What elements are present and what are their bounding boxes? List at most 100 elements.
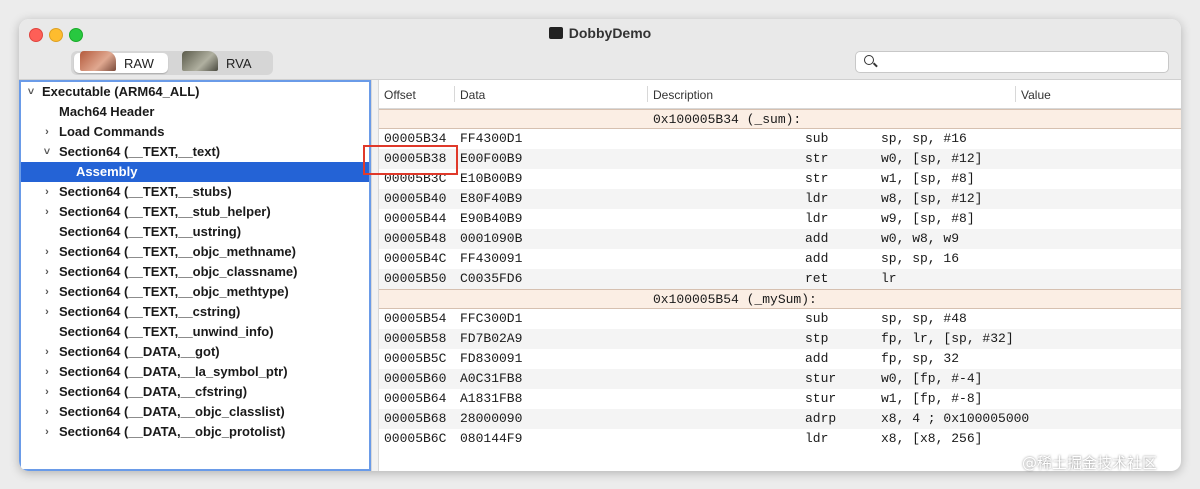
tree-item[interactable]: ˅ Section64 (__TEXT,__text) <box>21 142 369 162</box>
tree-item[interactable]: Section64 (__TEXT,__ustring) <box>21 222 369 242</box>
operands-cell: w1, [sp, #8] <box>881 171 975 186</box>
operands-cell: lr <box>881 271 897 286</box>
operands-cell: w1, [fp, #-8] <box>881 391 983 406</box>
table-row[interactable]: 00005B4C FF430091 add sp, sp, 16 <box>379 249 1181 269</box>
tree-item[interactable]: Assembly <box>21 162 369 182</box>
disclosure-collapsed-icon[interactable]: › <box>41 242 53 262</box>
mnemonic-cell: sub <box>805 311 829 326</box>
mnemonic-cell: adrp <box>805 411 837 426</box>
offset-cell: 00005B40 <box>384 191 447 206</box>
tree-item[interactable]: › Section64 (__TEXT,__stub_helper) <box>21 202 369 222</box>
tree-item[interactable]: › Section64 (__TEXT,__cstring) <box>21 302 369 322</box>
disclosure-collapsed-icon[interactable]: › <box>41 282 53 302</box>
tree-item[interactable]: ˅ Executable (ARM64_ALL) <box>21 82 369 102</box>
table-row[interactable]: 00005B68 28000090 adrp x8, 4 ; 0x100005000 <box>379 409 1181 429</box>
operands-cell: sp, sp, 16 <box>881 251 960 266</box>
table-row[interactable]: 00005B58 FD7B02A9 stp fp, lr, [sp, #32] <box>379 329 1181 349</box>
table-row[interactable]: 00005B34 FF4300D1 sub sp, sp, #16 <box>379 129 1181 149</box>
tree-item[interactable]: › Load Commands <box>21 122 369 142</box>
column-header-value[interactable]: Value <box>1021 88 1051 102</box>
tree-item[interactable]: › Section64 (__TEXT,__objc_methname) <box>21 242 369 262</box>
offset-cell: 00005B60 <box>384 371 447 386</box>
table-row[interactable]: 00005B44 E90B40B9 ldr w9, [sp, #8] <box>379 209 1181 229</box>
tree-item[interactable]: Mach64 Header <box>21 102 369 122</box>
data-cell: 0001090B <box>460 231 523 246</box>
disclosure-expanded-icon[interactable]: ˅ <box>25 82 37 102</box>
rva-mode-button[interactable]: RVA <box>176 51 270 73</box>
table-row[interactable]: 00005B6C 080144F9 ldr x8, [x8, 256] <box>379 429 1181 449</box>
tree-item[interactable]: › Section64 (__TEXT,__stubs) <box>21 182 369 202</box>
disclosure-collapsed-icon[interactable]: › <box>41 182 53 202</box>
tree-item[interactable]: › Section64 (__DATA,__cfstring) <box>21 382 369 402</box>
data-cell: 28000090 <box>460 411 523 426</box>
mnemonic-cell: ldr <box>805 211 829 226</box>
disclosure-collapsed-icon[interactable]: › <box>41 342 53 362</box>
tree-item-label: Section64 (__DATA,__la_symbol_ptr) <box>59 364 288 379</box>
mnemonic-cell: ldr <box>805 431 829 446</box>
watermark: @稀土掘金技术社区 <box>1022 454 1158 472</box>
column-header-description[interactable]: Description <box>653 88 713 102</box>
tree-item-label: Section64 (__TEXT,__unwind_info) <box>59 324 274 339</box>
operands-cell: sp, sp, #48 <box>881 311 967 326</box>
disclosure-collapsed-icon[interactable]: › <box>41 422 53 442</box>
function-header-row[interactable]: 0x100005B34 (_sum): <box>379 109 1181 129</box>
window-title-text: DobbyDemo <box>568 25 652 41</box>
table-row[interactable]: 00005B3C E10B00B9 str w1, [sp, #8] <box>379 169 1181 189</box>
tree-item-label: Section64 (__DATA,__cfstring) <box>59 384 248 399</box>
operands-cell: w9, [sp, #8] <box>881 211 975 226</box>
data-cell: FD7B02A9 <box>460 331 523 346</box>
table-row[interactable]: 00005B40 E80F40B9 ldr w8, [sp, #12] <box>379 189 1181 209</box>
tree-item[interactable]: Section64 (__TEXT,__unwind_info) <box>21 322 369 342</box>
operands-cell: w8, [sp, #12] <box>881 191 983 206</box>
tree-item[interactable]: › Section64 (__TEXT,__objc_methtype) <box>21 282 369 302</box>
function-header-text: 0x100005B54 (_mySum): <box>653 292 817 307</box>
column-header-data[interactable]: Data <box>460 88 485 102</box>
data-cell: A1831FB8 <box>460 391 523 406</box>
table-row[interactable]: 00005B5C FD830091 add fp, sp, 32 <box>379 349 1181 369</box>
disclosure-collapsed-icon[interactable]: › <box>41 362 53 382</box>
window-title: DobbyDemo <box>19 25 1181 41</box>
split-view-divider[interactable] <box>371 80 379 471</box>
rva-mode-icon <box>182 51 218 71</box>
disclosure-collapsed-icon[interactable]: › <box>41 402 53 422</box>
offset-cell: 00005B68 <box>384 411 447 426</box>
tree-item[interactable]: › Section64 (__DATA,__objc_classlist) <box>21 402 369 422</box>
operands-cell: fp, sp, 32 <box>881 351 960 366</box>
table-row[interactable]: 00005B60 A0C31FB8 stur w0, [fp, #-4] <box>379 369 1181 389</box>
column-divider <box>454 86 455 102</box>
tree-item-label: Mach64 Header <box>59 104 155 119</box>
search-input[interactable] <box>882 52 1166 72</box>
offset-cell: 00005B48 <box>384 231 447 246</box>
table-row[interactable]: 00005B38 E00F00B9 str w0, [sp, #12] <box>379 149 1181 169</box>
operands-cell: x8, [x8, 256] <box>881 431 983 446</box>
table-row[interactable]: 00005B48 0001090B add w0, w8, w9 <box>379 229 1181 249</box>
disclosure-collapsed-icon[interactable]: › <box>41 382 53 402</box>
data-cell: FF4300D1 <box>460 131 523 146</box>
mnemonic-cell: str <box>805 151 829 166</box>
disclosure-collapsed-icon[interactable]: › <box>41 262 53 282</box>
mnemonic-cell: stur <box>805 371 837 386</box>
table-row[interactable]: 00005B64 A1831FB8 stur w1, [fp, #-8] <box>379 389 1181 409</box>
disclosure-collapsed-icon[interactable]: › <box>41 302 53 322</box>
tree-item[interactable]: › Section64 (__TEXT,__objc_classname) <box>21 262 369 282</box>
table-row[interactable]: 00005B50 C0035FD6 ret lr <box>379 269 1181 289</box>
column-header-offset[interactable]: Offset <box>384 88 416 102</box>
raw-mode-button[interactable]: RAW <box>74 51 168 73</box>
disclosure-collapsed-icon[interactable]: › <box>41 202 53 222</box>
table-row[interactable]: 00005B54 FFC300D1 sub sp, sp, #48 <box>379 309 1181 329</box>
disclosure-expanded-icon[interactable]: ˅ <box>41 142 53 162</box>
mnemonic-cell: ldr <box>805 191 829 206</box>
raw-mode-icon <box>80 51 116 71</box>
offset-cell: 00005B58 <box>384 331 447 346</box>
data-cell: E10B00B9 <box>460 171 523 186</box>
offset-cell: 00005B5C <box>384 351 447 366</box>
tree-item[interactable]: › Section64 (__DATA,__la_symbol_ptr) <box>21 362 369 382</box>
data-cell: 080144F9 <box>460 431 523 446</box>
tree-item-label: Section64 (__TEXT,__cstring) <box>59 304 241 319</box>
function-header-row[interactable]: 0x100005B54 (_mySum): <box>379 289 1181 309</box>
tree-item[interactable]: › Section64 (__DATA,__got) <box>21 342 369 362</box>
tree-item[interactable]: › Section64 (__DATA,__objc_protolist) <box>21 422 369 442</box>
search-field[interactable] <box>855 51 1169 73</box>
offset-cell: 00005B44 <box>384 211 447 226</box>
disclosure-collapsed-icon[interactable]: › <box>41 122 53 142</box>
